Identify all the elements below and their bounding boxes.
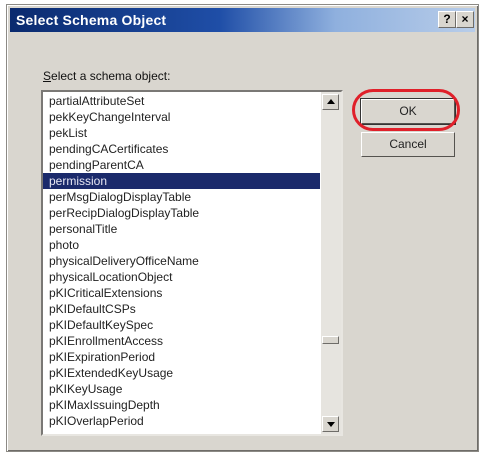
list-item[interactable]: pKIDefaultKeySpec [43, 317, 320, 333]
list-item[interactable]: pendingCACertificates [43, 141, 320, 157]
list-items: partialAttributeSet pekKeyChangeInterval p… [43, 93, 320, 429]
list-item[interactable]: pKIExpirationPeriod [43, 349, 320, 365]
label-accelerator: S [43, 69, 52, 83]
list-item[interactable]: pKICriticalExtensions [43, 285, 320, 301]
close-button[interactable]: × [456, 11, 474, 28]
list-item[interactable]: physicalDeliveryOfficeName [43, 253, 320, 269]
list-item[interactable]: pKIOverlapPeriod [43, 413, 320, 429]
list-item[interactable]: permission [43, 173, 320, 189]
scroll-thumb[interactable] [322, 336, 339, 344]
list-item[interactable]: photo [43, 237, 320, 253]
arrow-down-icon [327, 422, 335, 427]
scroll-up-button[interactable] [322, 94, 339, 110]
select-schema-object-dialog: Select Schema Object ? × Select a schema… [6, 4, 479, 452]
help-button[interactable]: ? [438, 11, 456, 28]
list-item[interactable]: physicalLocationObject [43, 269, 320, 285]
select-object-label: Select a schema object: [43, 69, 170, 83]
arrow-up-icon [327, 99, 335, 104]
list-item[interactable]: pKIEnrollmentAccess [43, 333, 320, 349]
list-item[interactable]: pendingParentCA [43, 157, 320, 173]
list-item[interactable]: pKIKeyUsage [43, 381, 320, 397]
window-title: Select Schema Object [16, 12, 167, 28]
vertical-scrollbar[interactable] [321, 92, 341, 434]
list-item[interactable]: pKIMaxIssuingDepth [43, 397, 320, 413]
schema-object-list[interactable]: partialAttributeSet pekKeyChangeInterval p… [41, 90, 343, 436]
list-item[interactable]: pKIDefaultCSPs [43, 301, 320, 317]
list-item[interactable]: pekKeyChangeInterval [43, 109, 320, 125]
scroll-down-button[interactable] [322, 416, 339, 432]
list-item[interactable]: pekList [43, 125, 320, 141]
label-text: elect a schema object: [51, 69, 171, 83]
list-item[interactable]: perRecipDialogDisplayTable [43, 205, 320, 221]
cancel-button[interactable]: Cancel [361, 132, 455, 157]
ok-button[interactable]: OK [360, 98, 456, 125]
list-item[interactable]: pKIExtendedKeyUsage [43, 365, 320, 381]
list-item[interactable]: partialAttributeSet [43, 93, 320, 109]
title-bar[interactable]: Select Schema Object ? × [10, 8, 475, 32]
list-item[interactable]: personalTitle [43, 221, 320, 237]
list-item[interactable]: perMsgDialogDisplayTable [43, 189, 320, 205]
